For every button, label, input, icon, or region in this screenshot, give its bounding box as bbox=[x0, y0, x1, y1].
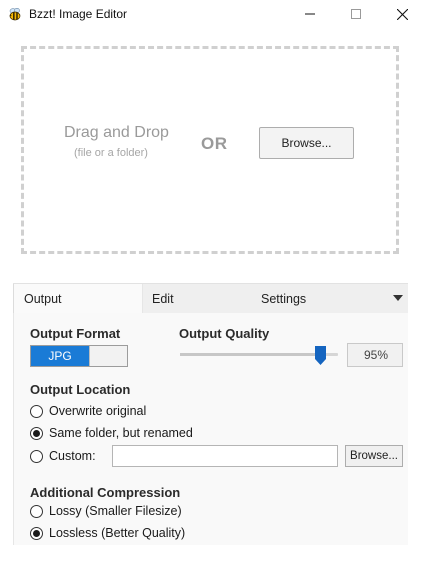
radio-label: Overwrite original bbox=[49, 404, 147, 418]
radio-button-selected[interactable] bbox=[30, 426, 43, 440]
maximize-icon bbox=[351, 9, 361, 19]
tab-settings[interactable]: Settings bbox=[261, 284, 306, 314]
radio-button[interactable] bbox=[30, 404, 43, 418]
custom-path-input[interactable] bbox=[112, 445, 338, 467]
title-bar: Bzzt! Image Editor bbox=[0, 0, 425, 28]
minimize-button[interactable] bbox=[287, 0, 333, 28]
output-quality-heading: Output Quality bbox=[179, 326, 270, 341]
quality-value: 95% bbox=[347, 343, 403, 367]
output-format-heading: Output Format bbox=[30, 326, 121, 341]
radio-overwrite-original[interactable]: Overwrite original bbox=[30, 402, 146, 420]
output-location-heading: Output Location bbox=[30, 382, 131, 397]
format-selected-label: JPG bbox=[31, 346, 89, 366]
radio-label: Custom: bbox=[49, 449, 96, 463]
format-toggle-knob bbox=[89, 346, 127, 366]
close-icon bbox=[396, 8, 408, 20]
quality-slider-fill bbox=[180, 353, 320, 356]
radio-label: Same folder, but renamed bbox=[49, 426, 193, 440]
drag-drop-subtitle: (file or a folder) bbox=[74, 147, 148, 159]
custom-browse-button[interactable]: Browse... bbox=[345, 445, 403, 467]
radio-button-selected[interactable] bbox=[30, 526, 43, 540]
maximize-button[interactable] bbox=[333, 0, 379, 28]
radio-same-folder-renamed[interactable]: Same folder, but renamed bbox=[30, 424, 193, 442]
or-label: OR bbox=[201, 134, 228, 153]
radio-label: Lossless (Better Quality) bbox=[49, 526, 186, 540]
quality-slider-thumb[interactable] bbox=[315, 346, 326, 365]
chevron-down-icon[interactable] bbox=[393, 295, 403, 301]
drag-drop-title: Drag and Drop bbox=[64, 124, 169, 141]
radio-lossy[interactable]: Lossy (Smaller Filesize) bbox=[30, 502, 182, 520]
radio-custom[interactable]: Custom: bbox=[30, 447, 96, 465]
radio-button[interactable] bbox=[30, 449, 43, 463]
tab-bar: Output Edit Settings bbox=[13, 283, 408, 314]
tab-output[interactable]: Output bbox=[13, 284, 143, 314]
minimize-icon bbox=[305, 13, 315, 15]
bee-icon bbox=[7, 6, 23, 22]
additional-compression-heading: Additional Compression bbox=[30, 485, 181, 500]
close-button[interactable] bbox=[379, 0, 425, 28]
radio-label: Lossy (Smaller Filesize) bbox=[49, 504, 182, 518]
format-toggle[interactable]: JPG bbox=[30, 345, 128, 367]
radio-lossless[interactable]: Lossless (Better Quality) bbox=[30, 524, 185, 542]
tab-edit[interactable]: Edit bbox=[152, 284, 174, 314]
browse-button[interactable]: Browse... bbox=[259, 127, 354, 159]
radio-button[interactable] bbox=[30, 504, 43, 518]
window-title: Bzzt! Image Editor bbox=[29, 7, 128, 21]
